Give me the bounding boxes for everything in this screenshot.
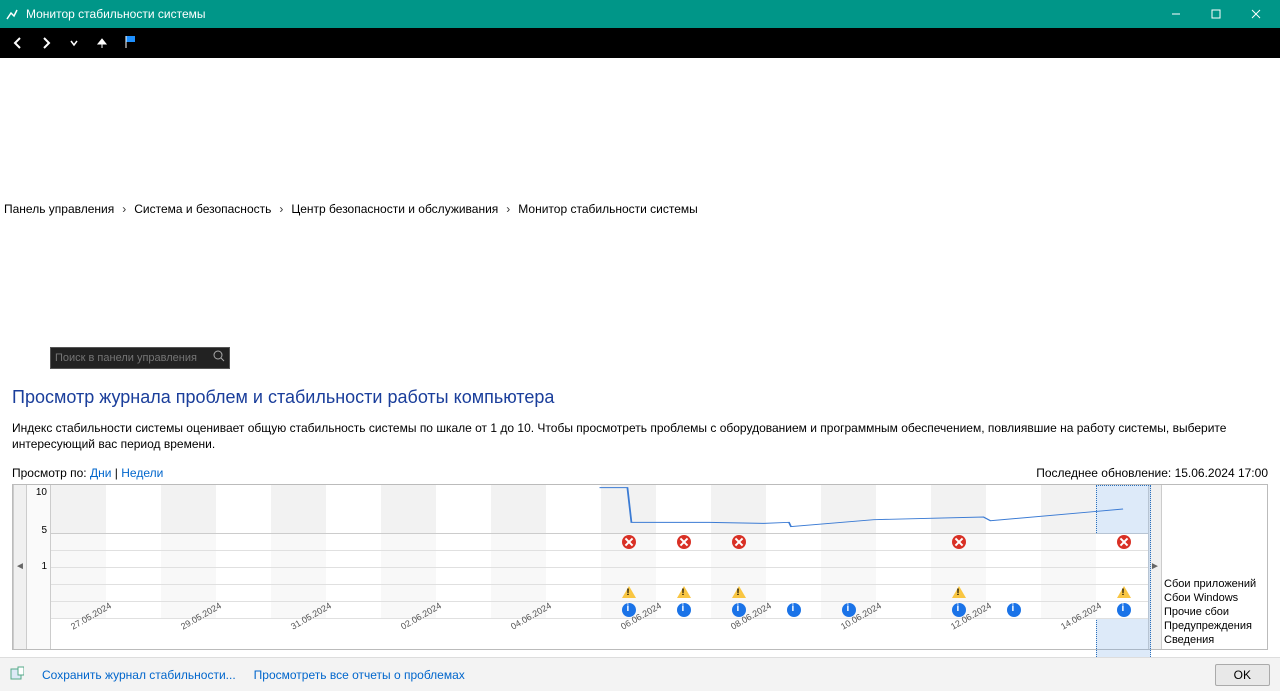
save-report-icon bbox=[10, 666, 24, 683]
chart-scroll-right[interactable]: ► bbox=[1148, 485, 1162, 649]
chart-yaxis: 10 5 1 bbox=[27, 485, 51, 649]
chart-scroll-left[interactable]: ◄ bbox=[13, 485, 27, 649]
content: Просмотр журнала проблем и стабильности … bbox=[0, 369, 1280, 658]
row-misc-failures bbox=[51, 568, 1148, 585]
minimize-button[interactable] bbox=[1156, 0, 1196, 28]
view-by: Просмотр по: Дни | Недели bbox=[12, 466, 163, 480]
chart-plot[interactable] bbox=[51, 485, 1148, 534]
save-report-link[interactable]: Сохранить журнал стабильности... bbox=[42, 668, 236, 682]
info-icon[interactable] bbox=[1117, 603, 1131, 617]
warning-icon[interactable] bbox=[952, 586, 966, 600]
row-windows-failures bbox=[51, 551, 1148, 568]
view-weeks-link[interactable]: Недели bbox=[121, 466, 163, 480]
breadcrumb: Панель управления › Система и безопасност… bbox=[0, 72, 1280, 347]
info-icon[interactable] bbox=[677, 603, 691, 617]
view-all-reports-link[interactable]: Просмотреть все отчеты о проблемах bbox=[254, 668, 465, 682]
error-icon[interactable] bbox=[952, 535, 966, 549]
page-heading: Просмотр журнала проблем и стабильности … bbox=[12, 387, 1268, 408]
titlebar: Монитор стабильности системы bbox=[0, 0, 1280, 28]
view-days-link[interactable]: Дни bbox=[90, 466, 111, 480]
chevron-right-icon: › bbox=[279, 202, 283, 216]
breadcrumb-sep: › bbox=[2, 58, 1278, 72]
flag-icon bbox=[124, 34, 140, 53]
maximize-button[interactable] bbox=[1196, 0, 1236, 28]
recent-dropdown[interactable] bbox=[62, 31, 86, 55]
warning-icon[interactable] bbox=[1117, 586, 1131, 600]
reliability-chart[interactable]: ◄ 10 5 1 27.05.202429.05.202431.05.20240… bbox=[12, 484, 1268, 650]
breadcrumb-item[interactable]: Монитор стабильности системы bbox=[514, 200, 702, 218]
page-description: Индекс стабильности системы оценивает об… bbox=[12, 420, 1268, 452]
footer: Сохранить журнал стабильности... Просмот… bbox=[0, 657, 1280, 691]
breadcrumb-item[interactable]: Центр безопасности и обслуживания bbox=[287, 200, 502, 218]
window-title: Монитор стабильности системы bbox=[26, 7, 1156, 21]
last-update: Последнее обновление: 15.06.2024 17:00 bbox=[1036, 466, 1268, 480]
error-icon[interactable] bbox=[622, 535, 636, 549]
back-button[interactable] bbox=[6, 31, 30, 55]
warning-icon[interactable] bbox=[622, 586, 636, 600]
up-button[interactable] bbox=[90, 31, 114, 55]
row-app-failures bbox=[51, 534, 1148, 551]
warning-icon[interactable] bbox=[732, 586, 746, 600]
navbar bbox=[0, 28, 1280, 58]
breadcrumb-dropdown[interactable] bbox=[0, 353, 18, 363]
refresh-button[interactable] bbox=[24, 351, 44, 365]
ok-button[interactable]: OK bbox=[1215, 664, 1270, 686]
row-warnings bbox=[51, 585, 1148, 602]
info-icon[interactable] bbox=[787, 603, 801, 617]
search-input[interactable] bbox=[50, 347, 230, 369]
search-icon bbox=[213, 350, 225, 365]
chevron-right-icon: › bbox=[122, 202, 126, 216]
chart-legend: Сбои приложений Сбои Windows Прочие сбои… bbox=[1162, 485, 1267, 649]
breadcrumb-item[interactable]: Система и безопасность bbox=[130, 200, 275, 218]
close-button[interactable] bbox=[1236, 0, 1276, 28]
info-icon[interactable] bbox=[1007, 603, 1021, 617]
chart-xaxis: 27.05.202429.05.202431.05.202402.06.2024… bbox=[51, 619, 1148, 649]
error-icon[interactable] bbox=[1117, 535, 1131, 549]
chevron-right-icon: › bbox=[506, 202, 510, 216]
error-icon[interactable] bbox=[677, 535, 691, 549]
error-icon[interactable] bbox=[732, 535, 746, 549]
breadcrumb-item[interactable]: Панель управления bbox=[0, 200, 118, 218]
forward-button[interactable] bbox=[34, 31, 58, 55]
app-icon bbox=[4, 6, 20, 22]
warning-icon[interactable] bbox=[677, 586, 691, 600]
